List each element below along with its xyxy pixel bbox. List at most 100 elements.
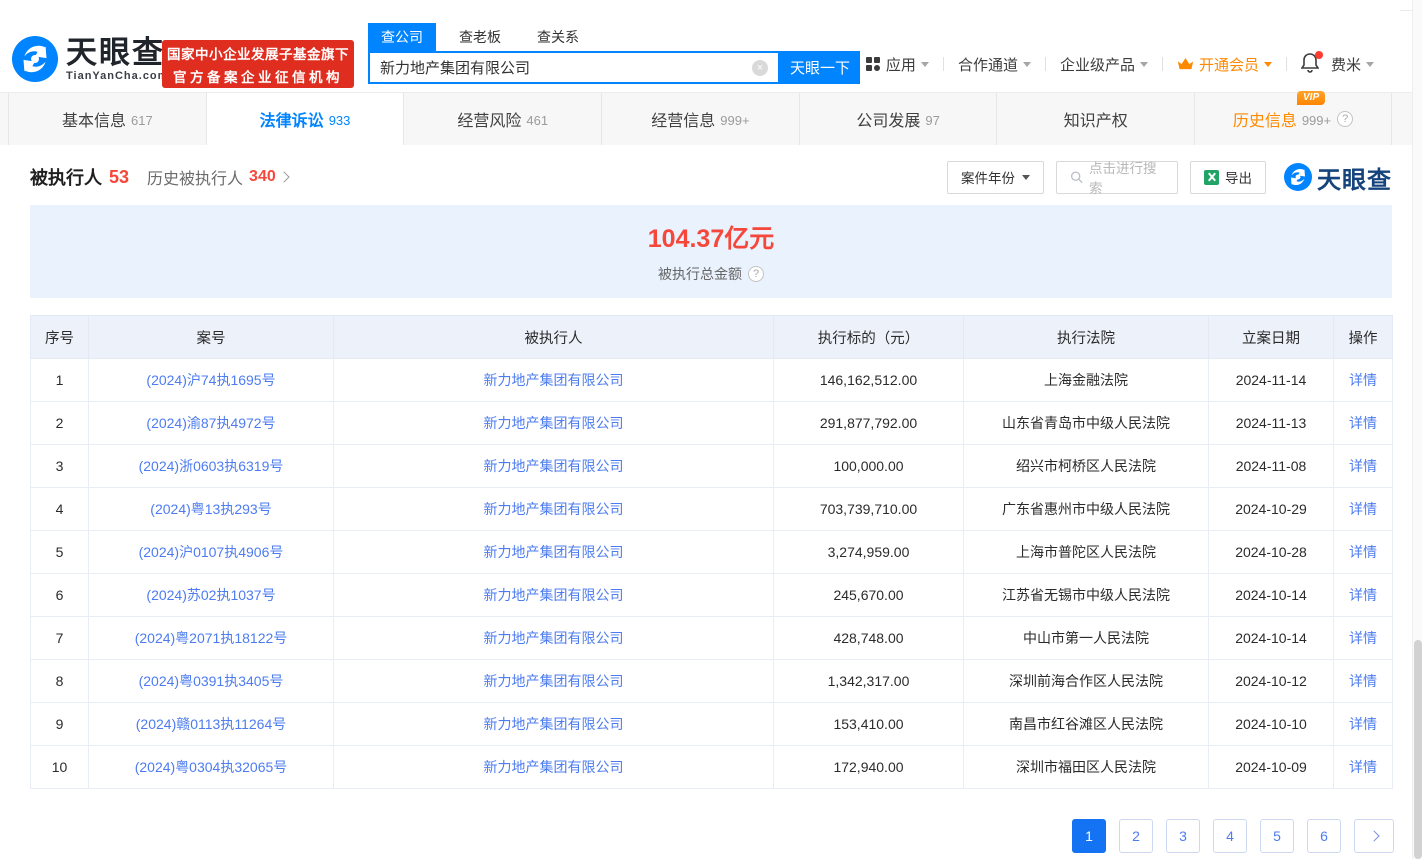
export-button[interactable]: 导出	[1190, 160, 1266, 194]
search-tab-relations[interactable]: 查关系	[524, 23, 592, 51]
search-icon	[1070, 171, 1083, 184]
logo-text: 天眼查 TianYanCha.com	[66, 36, 168, 82]
defendant-link[interactable]: 新力地产集团有限公司	[484, 415, 624, 431]
filing-date: 2024-10-28	[1235, 544, 1307, 560]
notification-dot	[1314, 51, 1323, 59]
nav-enterprise-products[interactable]: 企业级产品	[1060, 54, 1148, 75]
next-page-button[interactable]	[1354, 819, 1394, 853]
table-search-input[interactable]: 点击进行搜索	[1056, 160, 1178, 196]
nav-cooperation[interactable]: 合作通道	[958, 54, 1031, 75]
defendant-link[interactable]: 新力地产集团有限公司	[484, 544, 624, 560]
detail-link[interactable]: 详情	[1349, 673, 1377, 689]
search-bar: 新力地产集团有限公司 × 天眼一下	[368, 51, 860, 84]
court-name: 上海金融法院	[1044, 372, 1128, 388]
table-row: 7 (2024)粤2071执18122号 新力地产集团有限公司 428,748.…	[30, 616, 1393, 660]
case-number-link[interactable]: (2024)赣0113执11264号	[136, 716, 286, 732]
case-year-filter[interactable]: 案件年份	[947, 160, 1044, 194]
table-row: 9 (2024)赣0113执11264号 新力地产集团有限公司 153,410.…	[30, 702, 1393, 746]
search-button[interactable]: 天眼一下	[780, 51, 860, 84]
detail-link[interactable]: 详情	[1349, 458, 1377, 474]
tab-company-development[interactable]: 公司发展 97	[798, 93, 997, 145]
detail-link[interactable]: 详情	[1349, 372, 1377, 388]
court-name: 中山市第一人民法院	[1023, 630, 1149, 646]
executions-table-body: 1 (2024)沪74执1695号 新力地产集团有限公司 146,162,512…	[30, 358, 1393, 789]
page-button-3[interactable]: 3	[1166, 819, 1200, 853]
defendant-link[interactable]: 新力地产集团有限公司	[484, 759, 624, 775]
tianyancha-logo[interactable]: 天眼查 TianYanCha.com	[12, 36, 168, 82]
detail-link[interactable]: 详情	[1349, 587, 1377, 603]
tab-operational-risk[interactable]: 经营风险 461	[403, 93, 601, 145]
help-icon[interactable]: ?	[748, 266, 764, 282]
executions-table: 序号 案号 被执行人 执行标的（元） 执行法院 立案日期 操作 1 (2024)…	[30, 315, 1393, 789]
tab-business-info[interactable]: 经营信息 999+	[601, 93, 799, 145]
court-name: 南昌市红谷滩区人民法院	[1009, 716, 1163, 732]
tianyancha-logo-icon	[12, 36, 58, 82]
detail-link[interactable]: 详情	[1349, 501, 1377, 517]
defendant-link[interactable]: 新力地产集团有限公司	[484, 716, 624, 732]
table-row: 5 (2024)沪0107执4906号 新力地产集团有限公司 3,274,959…	[30, 530, 1393, 574]
tab-legal-proceedings[interactable]: 法律诉讼 933	[205, 93, 404, 145]
case-number-link[interactable]: (2024)沪0107执4906号	[139, 544, 284, 560]
detail-link[interactable]: 详情	[1349, 759, 1377, 775]
notification-bell[interactable]	[1300, 51, 1323, 75]
execution-amount: 428,748.00	[833, 630, 904, 646]
case-number-link[interactable]: (2024)粤0304执32065号	[135, 759, 288, 775]
defendant-link[interactable]: 新力地产集团有限公司	[484, 372, 624, 388]
search-tab-company[interactable]: 查公司	[368, 23, 436, 51]
case-number-link[interactable]: (2024)粤2071执18122号	[135, 630, 288, 646]
col-case-number: 案号	[88, 315, 334, 359]
page-button-1[interactable]: 1	[1072, 819, 1106, 853]
row-index: 1	[55, 372, 64, 388]
divider	[942, 57, 944, 71]
defendant-link[interactable]: 新力地产集团有限公司	[484, 673, 624, 689]
defendant-link[interactable]: 新力地产集团有限公司	[484, 458, 624, 474]
search-input[interactable]: 新力地产集团有限公司 ×	[368, 51, 780, 84]
filing-date: 2024-10-09	[1235, 759, 1307, 775]
clear-icon[interactable]: ×	[752, 59, 768, 76]
filing-date: 2024-10-14	[1235, 630, 1307, 646]
tab-basic-info[interactable]: 基本信息 617	[8, 93, 206, 145]
defendant-link[interactable]: 新力地产集团有限公司	[484, 587, 624, 603]
history-executed-link[interactable]: 历史被执行人	[147, 165, 243, 189]
detail-link[interactable]: 详情	[1349, 544, 1377, 560]
tab-count: 999+	[1301, 112, 1332, 128]
case-number-link[interactable]: (2024)粤13执293号	[150, 501, 271, 517]
nav-apps[interactable]: 应用	[865, 54, 929, 75]
case-number-link[interactable]: (2024)渝87执4972号	[146, 415, 275, 431]
nav-vip-upgrade[interactable]: 开通会员	[1177, 54, 1272, 75]
table-row: 3 (2024)浙0603执6319号 新力地产集团有限公司 100,000.0…	[30, 444, 1393, 488]
page-button-4[interactable]: 4	[1213, 819, 1247, 853]
search-input-value: 新力地产集团有限公司	[380, 60, 531, 77]
scrollbar[interactable]	[1412, 0, 1422, 859]
section-count: 53	[109, 166, 130, 187]
case-number-link[interactable]: (2024)苏02执1037号	[146, 587, 275, 603]
tab-historical-info[interactable]: VIP 历史信息 999+ ?	[1194, 91, 1392, 145]
tab-intellectual-property[interactable]: 知识产权	[996, 93, 1194, 145]
tab-label: 历史信息	[1232, 113, 1297, 130]
scrollbar-thumb[interactable]	[1414, 640, 1422, 859]
case-number-link[interactable]: (2024)浙0603执6319号	[139, 458, 284, 474]
page-button-6[interactable]: 6	[1307, 819, 1341, 853]
help-icon[interactable]: ?	[1337, 111, 1354, 127]
chevron-right-icon[interactable]	[278, 171, 290, 183]
detail-link[interactable]: 详情	[1349, 415, 1377, 431]
case-number-link[interactable]: (2024)粤0391执3405号	[139, 673, 284, 689]
table-row: 1 (2024)沪74执1695号 新力地产集团有限公司 146,162,512…	[30, 358, 1393, 402]
detail-link[interactable]: 详情	[1349, 630, 1377, 646]
vip-badge: VIP	[1297, 91, 1326, 105]
case-number-link[interactable]: (2024)沪74执1695号	[146, 372, 275, 388]
row-index: 3	[55, 458, 64, 474]
filing-date: 2024-10-29	[1235, 501, 1307, 517]
detail-link[interactable]: 详情	[1349, 716, 1377, 732]
tianyancha-logo-icon	[1284, 163, 1312, 191]
gov-badge-line1: 国家中小企业发展子基金旗下	[167, 46, 349, 62]
page-button-2[interactable]: 2	[1119, 819, 1153, 853]
tab-count: 617	[131, 112, 153, 128]
search-tab-boss[interactable]: 查老板	[446, 23, 514, 51]
page-button-5[interactable]: 5	[1260, 819, 1294, 853]
table-row: 10 (2024)粤0304执32065号 新力地产集团有限公司 172,940…	[30, 745, 1393, 789]
divider	[1285, 57, 1287, 71]
defendant-link[interactable]: 新力地产集团有限公司	[484, 501, 624, 517]
defendant-link[interactable]: 新力地产集团有限公司	[484, 630, 624, 646]
nav-user[interactable]: 费米	[1331, 54, 1374, 75]
